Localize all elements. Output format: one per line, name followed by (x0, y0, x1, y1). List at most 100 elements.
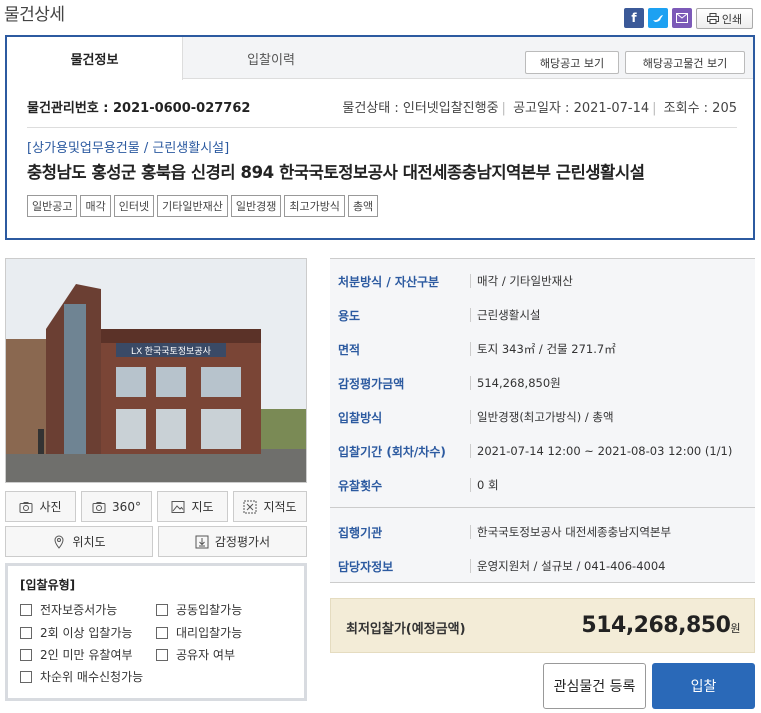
view-360-button[interactable]: 360° (81, 491, 152, 522)
checkbox (156, 626, 168, 639)
printer-icon (706, 13, 719, 24)
detail-row: 담당자정보 운영지원처 / 설규보 / 041-406-4004 (330, 549, 755, 583)
expand-icon (243, 500, 257, 513)
meta-row: 물건관리번호 : 2021-0600-027762 물건상태 : 인터넷입찰진행… (27, 97, 737, 117)
camera-icon (92, 501, 106, 513)
bid-type-option: 차순위 매수신청가능 (20, 668, 143, 685)
camera-icon (19, 501, 33, 513)
view-360-label: 360° (112, 499, 141, 514)
bid-type-title: [입찰유형] (20, 578, 76, 592)
item-address: 충청남도 홍성군 홍북읍 신경리 894 한국국토정보공사 대전세종충남지역본부… (27, 163, 645, 182)
detail-value: 매각 / 기타일반재산 (470, 274, 573, 288)
management-number: 물건관리번호 : 2021-0600-027762 (27, 101, 251, 116)
location-map-button[interactable]: 위치도 (5, 526, 153, 557)
detail-row: 유찰횟수 0 회 (330, 468, 755, 502)
facebook-share-icon[interactable]: f (624, 8, 644, 28)
item-info-panel: 물건정보 입찰이력 해당공고 보기 해당공고물건 보기 물건관리번호 : 202… (5, 35, 755, 240)
detail-row: 처분방식 / 자산구분 매각 / 기타일반재산 (330, 264, 755, 298)
checkbox (20, 603, 32, 616)
checkbox (20, 648, 32, 661)
view-notice-items-button[interactable]: 해당공고물건 보기 (625, 51, 745, 74)
map-label: 지도 (191, 500, 214, 514)
tab-bar: 물건정보 입찰이력 해당공고 보기 해당공고물건 보기 (7, 37, 753, 80)
bid-button[interactable]: 입찰 (652, 663, 755, 709)
checkbox (20, 670, 32, 683)
notice-date: 공고일자 : 2021-07-14 (513, 101, 650, 116)
page-title: 물건상세 (4, 5, 65, 25)
photo-button[interactable]: 사진 (5, 491, 76, 522)
tag: 일반경쟁 (230, 195, 282, 217)
tag: 기타일반재산 (157, 195, 228, 217)
option-label: 전자보증서가능 (40, 603, 118, 617)
divider (330, 507, 755, 508)
tag: 매각 (80, 195, 111, 217)
detail-row: 감정평가금액 514,268,850원 (330, 366, 755, 400)
bid-type-option: 전자보증서가능 (20, 601, 117, 618)
tab-bid-history[interactable]: 입찰이력 (183, 37, 359, 79)
building-sign: LX 한국국토정보공사 (131, 346, 211, 356)
detail-value: 토지 343㎡ / 건물 271.7㎡ (470, 342, 616, 356)
bid-type-option: 2회 이상 입찰가능 (20, 624, 133, 641)
building-photo: LX 한국국토정보공사 (6, 259, 306, 482)
bid-type-option: 2인 미만 유찰여부 (20, 646, 133, 663)
mail-share-icon[interactable] (672, 8, 692, 28)
tag: 인터넷 (113, 195, 155, 217)
option-label: 2인 미만 유찰여부 (40, 648, 133, 662)
appraisal-download-button[interactable]: 감정평가서 (158, 526, 307, 557)
option-label: 공유자 여부 (176, 648, 236, 662)
view-count: 조회수 : 205 (663, 101, 737, 116)
detail-value: 2021-07-14 12:00 ~ 2021-08-03 12:00 (1/1… (470, 444, 732, 458)
detail-label: 담당자정보 (338, 559, 394, 574)
add-interest-button[interactable]: 관심물건 등록 (543, 663, 646, 709)
option-label: 2회 이상 입찰가능 (40, 626, 133, 640)
tab-item-info[interactable]: 물건정보 (7, 37, 183, 80)
checkbox (156, 603, 168, 616)
bid-type-option: 공동입찰가능 (156, 601, 242, 618)
detail-value: 근린생활시설 (470, 308, 540, 322)
detail-row: 입찰기간 (회차/차수) 2021-07-14 12:00 ~ 2021-08-0… (330, 434, 755, 468)
detail-row: 용도 근린생활시설 (330, 298, 755, 332)
detail-table: 처분방식 / 자산구분 매각 / 기타일반재산 용도 근린생활시설 면적 토지 343… (330, 258, 755, 583)
detail-label: 입찰방식 (338, 410, 383, 425)
checkbox (20, 626, 32, 639)
detail-value: 일반경쟁(최고가방식) / 총액 (470, 410, 614, 424)
detail-label: 집행기관 (338, 525, 383, 540)
detail-value: 514,268,850원 (470, 376, 561, 390)
print-label: 인쇄 (721, 12, 743, 26)
print-button[interactable]: 인쇄 (696, 8, 753, 29)
detail-label: 유찰횟수 (338, 478, 383, 493)
view-notice-button[interactable]: 해당공고 보기 (525, 51, 619, 74)
price-unit: 원 (730, 622, 740, 635)
price-amount: 514,268,850 (581, 613, 731, 638)
tag: 총액 (347, 195, 379, 217)
divider (27, 127, 737, 128)
detail-value: 0 회 (470, 478, 499, 492)
bid-type-option: 공유자 여부 (156, 646, 235, 663)
price-value: 514,268,850원 (581, 613, 740, 638)
detail-label: 면적 (338, 342, 361, 357)
item-photo[interactable]: LX 한국국토정보공사 (5, 258, 307, 483)
tag: 일반공고 (27, 195, 78, 217)
detail-label: 감정평가금액 (338, 376, 405, 391)
detail-label: 처분방식 / 자산구분 (338, 274, 440, 289)
download-icon (195, 535, 209, 548)
detail-value: 한국국토정보공사 대전세종충남지역본부 (470, 525, 671, 539)
map-button[interactable]: 지도 (157, 491, 228, 522)
minimum-bid-price-box: 최저입찰가(예정금액) 514,268,850원 (330, 598, 755, 653)
detail-value: 운영지원처 / 설규보 / 041-406-4004 (470, 559, 665, 573)
bid-type-option: 대리입찰가능 (156, 624, 242, 641)
appraisal-label: 감정평가서 (214, 535, 271, 549)
tag: 최고가방식 (284, 195, 345, 217)
option-label: 공동입찰가능 (176, 603, 243, 617)
detail-row: 집행기관 한국국토정보공사 대전세종충남지역본부 (330, 515, 755, 549)
price-label: 최저입찰가(예정금액) (346, 622, 466, 637)
twitter-share-icon[interactable] (648, 8, 668, 28)
cadastral-map-button[interactable]: 지적도 (233, 491, 307, 522)
cadastral-label: 지적도 (263, 500, 297, 514)
item-category: [상가용및업무용건물 / 근린생활시설] (27, 141, 230, 156)
location-pin-icon (54, 535, 64, 549)
detail-label: 입찰기간 (회차/차수) (338, 444, 446, 459)
option-label: 대리입찰가능 (176, 626, 243, 640)
photo-label: 사진 (39, 500, 62, 514)
detail-row: 입찰방식 일반경쟁(최고가방식) / 총액 (330, 400, 755, 434)
